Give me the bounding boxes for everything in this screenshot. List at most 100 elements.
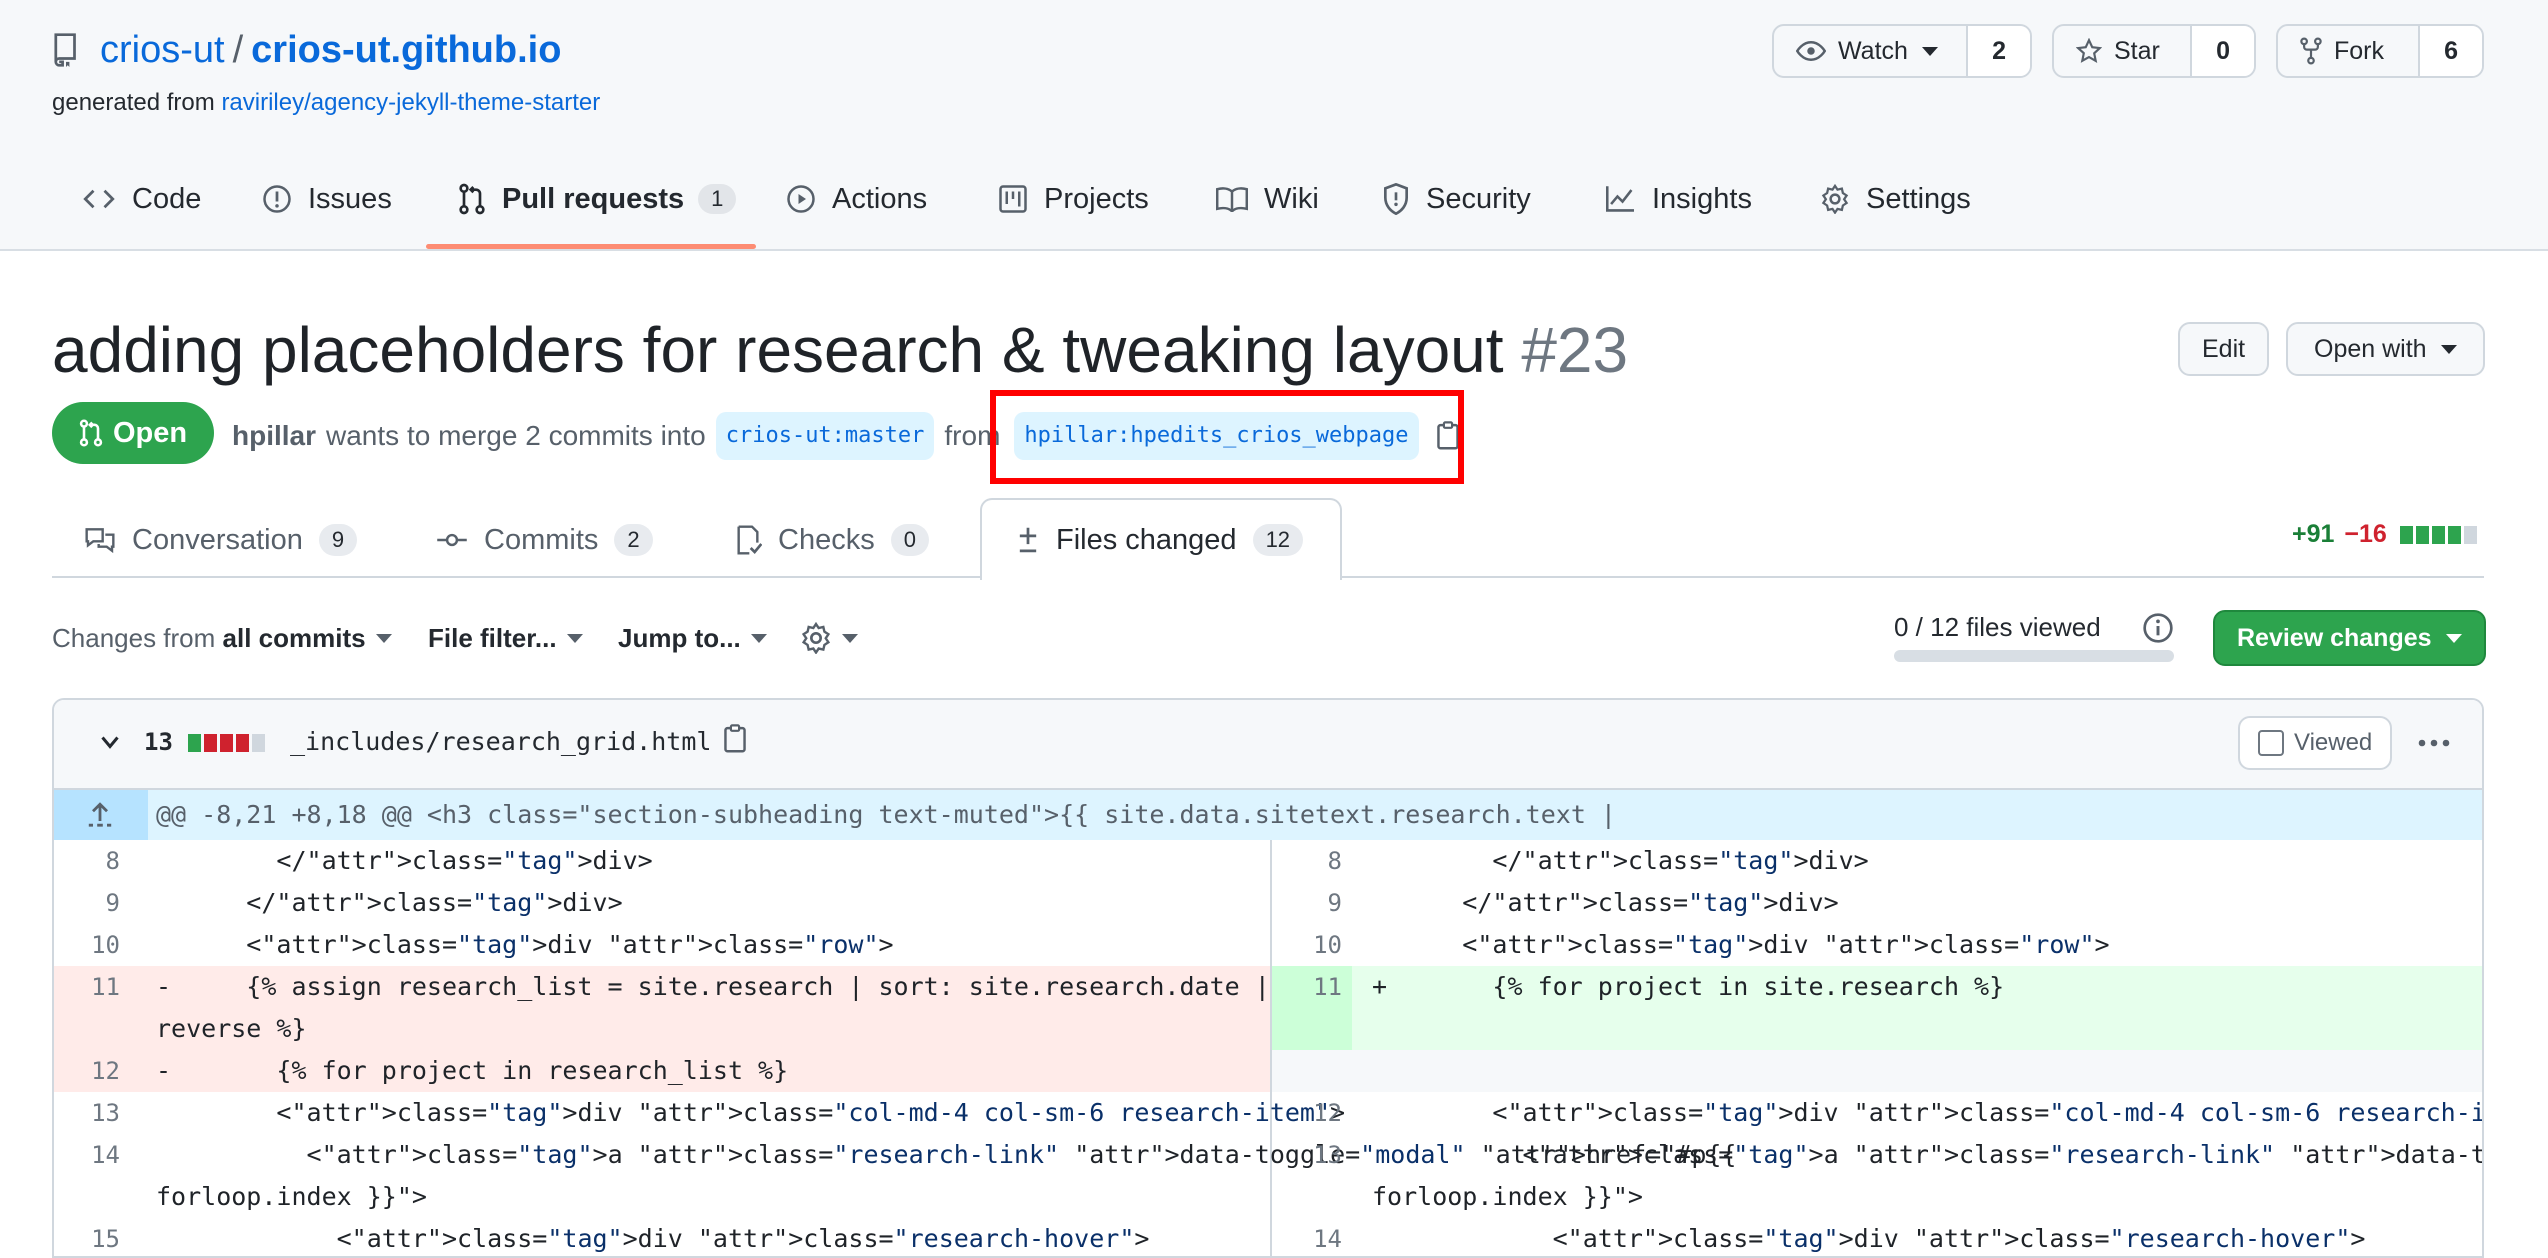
line-number[interactable]: 10 (1282, 924, 1342, 966)
base-branch[interactable]: crios-ut:master (715, 412, 935, 460)
repo-owner-link[interactable]: crios-ut (100, 29, 225, 71)
jump-to-dropdown[interactable]: Jump to... (618, 620, 767, 656)
repo-icon (52, 33, 80, 67)
line-number[interactable]: 14 (60, 1134, 120, 1176)
code-line: - {% assign research_list = site.researc… (156, 972, 1270, 1001)
gear-icon (1820, 184, 1850, 214)
line-number[interactable]: 10 (60, 924, 120, 966)
pull-request-icon (79, 419, 103, 447)
open-with-button[interactable]: Open with (2286, 322, 2485, 376)
pr-author-link[interactable]: hpillar (232, 415, 316, 457)
repo-title: crios-ut / crios-ut.github.io (100, 26, 561, 74)
line-number[interactable]: 13 (60, 1092, 120, 1134)
pr-title-text: adding placeholders for research & tweak… (52, 314, 1504, 386)
template-repo-link[interactable]: raviriley/agency-jekyll-theme-starter (221, 89, 600, 116)
fork-count[interactable]: 6 (2418, 26, 2482, 76)
star-label: Star (2114, 36, 2160, 65)
tab-issues[interactable]: Issues (262, 172, 392, 226)
tab-checks[interactable]: Checks 0 (734, 512, 929, 568)
chevron-down-icon (566, 633, 583, 643)
viewed-toggle[interactable]: Viewed (2238, 716, 2393, 770)
checklist-icon (734, 524, 762, 556)
line-number[interactable]: 14 (1282, 1218, 1342, 1256)
collapse-chevron-icon[interactable] (98, 730, 122, 754)
comment-icon (84, 526, 116, 554)
tab-settings[interactable]: Settings (1820, 172, 1971, 226)
line-number[interactable]: 9 (60, 882, 120, 924)
tab-settings-label: Settings (1866, 182, 1971, 215)
tab-files-changed-label: Files changed (1056, 523, 1237, 556)
watch-button[interactable]: Watch (1774, 26, 1966, 76)
commits-count: 2 (614, 524, 653, 556)
diffstat: +91 −16 (2292, 520, 2477, 549)
checks-count: 0 (890, 524, 929, 556)
line-number[interactable]: 11 (1282, 966, 1342, 1008)
gear-icon (800, 622, 832, 654)
star-button[interactable]: Star (2054, 26, 2190, 76)
info-icon[interactable] (2142, 612, 2174, 644)
hunk-header-text: @@ -8,21 +8,18 @@ <h3 class="section-sub… (156, 800, 1616, 829)
diffstat-blocks (2397, 525, 2477, 544)
generated-from: generated from raviriley/agency-jekyll-t… (52, 88, 600, 118)
line-number[interactable]: 15 (60, 1218, 120, 1256)
viewed-checkbox[interactable] (2258, 730, 2284, 756)
merge-text: wants to merge 2 commits into (326, 420, 706, 451)
line-number[interactable]: 8 (1282, 840, 1342, 882)
tab-security[interactable]: Security (1382, 172, 1531, 226)
tab-insights[interactable]: Insights (1604, 172, 1752, 226)
tab-files-changed[interactable]: Files changed 12 (1016, 512, 1304, 568)
tab-commits[interactable]: Commits 2 (436, 512, 653, 568)
review-changes-button[interactable]: Review changes (2213, 610, 2486, 666)
tab-pull-requests[interactable]: Pull requests 1 (458, 172, 737, 226)
edit-button[interactable]: Edit (2178, 322, 2270, 376)
file-filter-dropdown[interactable]: File filter... (428, 620, 583, 656)
commit-icon (436, 530, 468, 550)
edit-label: Edit (2202, 334, 2246, 363)
open-with-label: Open with (2314, 334, 2427, 363)
tab-conversation[interactable]: Conversation 9 (84, 512, 358, 568)
fork-button-group: Fork 6 (2276, 24, 2484, 78)
copy-icon[interactable] (722, 724, 748, 754)
line-number[interactable]: 11 (60, 966, 120, 1008)
tab-checks-label: Checks (778, 523, 875, 556)
code-line: <"attr">class="tag">div "attr">class="co… (1372, 1098, 2484, 1127)
line-number[interactable]: 12 (1282, 1092, 1342, 1134)
line-number[interactable]: 13 (1282, 1134, 1342, 1176)
tab-issues-label: Issues (308, 182, 392, 215)
files-viewed-progress (1894, 650, 2174, 662)
kebab-menu-icon[interactable] (2416, 728, 2452, 758)
tab-projects-label: Projects (1044, 182, 1149, 215)
tab-wiki[interactable]: Wiki (1216, 172, 1319, 226)
fork-button[interactable]: Fork (2278, 26, 2418, 76)
code-line: forloop.index }}"> (156, 1182, 427, 1211)
repo-name-link[interactable]: crios-ut.github.io (251, 29, 561, 71)
chevron-down-icon (1921, 46, 1938, 56)
pr-state-label: Open (112, 416, 188, 449)
star-count[interactable]: 0 (2190, 26, 2254, 76)
tab-wiki-label: Wiki (1264, 182, 1319, 215)
diff-settings-button[interactable] (800, 620, 858, 656)
file-change-count: 13 (144, 728, 173, 756)
tab-projects[interactable]: Projects (998, 172, 1149, 226)
empty-placeholder-line (1272, 1050, 2482, 1092)
watch-count[interactable]: 2 (1966, 26, 2030, 76)
file-filter-label: File filter... (428, 622, 557, 653)
graph-icon (1604, 185, 1636, 213)
tab-insights-label: Insights (1652, 182, 1752, 215)
file-diff-icon (1016, 525, 1040, 555)
line-number[interactable]: 12 (60, 1050, 120, 1092)
tab-actions[interactable]: Actions (786, 172, 927, 226)
issue-icon (262, 184, 292, 214)
split-divider (1270, 840, 1272, 1256)
code-line: + {% for project in site.research %} (1372, 972, 2005, 1001)
line-number[interactable]: 9 (1282, 882, 1342, 924)
tab-code[interactable]: Code (82, 172, 201, 226)
pr-number: #23 (1521, 314, 1629, 386)
star-button-group: Star 0 (2052, 24, 2256, 78)
expand-up-button[interactable] (54, 790, 148, 840)
code-line: </"attr">class="tag">div> (156, 888, 623, 917)
line-number[interactable]: 8 (60, 840, 120, 882)
highlight-annotation (990, 390, 1464, 484)
changes-from-dropdown[interactable]: Changes from all commits (52, 620, 392, 656)
file-path[interactable]: _includes/research_grid.html (290, 726, 711, 758)
